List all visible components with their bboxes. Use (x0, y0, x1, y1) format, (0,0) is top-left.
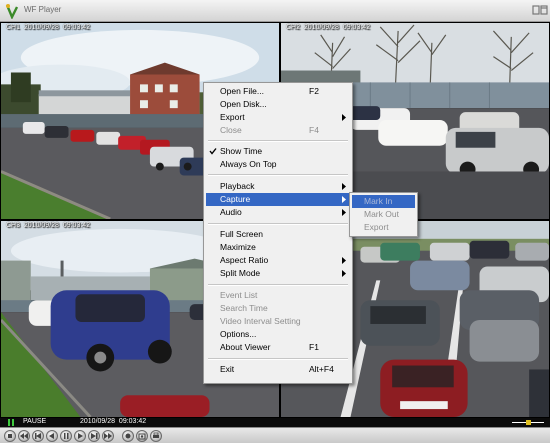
snapshot-icon[interactable] (136, 430, 148, 442)
menu-item-label: Capture (220, 194, 251, 204)
menu-item-video-interval-setting: Video Interval Setting (206, 315, 350, 328)
step-back-icon[interactable] (32, 430, 44, 442)
menu-item-aspect-ratio[interactable]: Aspect Ratio (206, 254, 350, 267)
submenu-arrow-icon (342, 209, 346, 216)
menu-item-maximize[interactable]: Maximize (206, 241, 350, 254)
menu-item-options[interactable]: Options... (206, 328, 350, 341)
menu-separator (208, 223, 348, 225)
fast-forward-icon[interactable] (102, 430, 114, 442)
menu-item-open-file[interactable]: Open File... F2 (206, 85, 350, 98)
menu-item-label: Aspect Ratio (220, 255, 269, 265)
menu-item-event-list: Event List (206, 289, 350, 302)
context-menu: Open File... F2 Open Disk... Export Close… (203, 82, 353, 384)
menu-item-about-viewer[interactable]: About Viewer F1 (206, 341, 350, 354)
menu-item-shortcut: F2 (309, 86, 319, 96)
playback-timestamp: 2010/09/28 09:03:42 (80, 418, 147, 425)
menu-item-label: Close (220, 125, 242, 135)
menu-item-open-disk[interactable]: Open Disk... (206, 98, 350, 111)
menu-separator (208, 140, 348, 142)
menu-item-label: Full Screen (220, 229, 263, 239)
pause-icon[interactable] (60, 430, 72, 442)
menu-item-audio[interactable]: Audio (206, 206, 350, 219)
playback-state: PAUSE (23, 418, 47, 425)
stop-icon[interactable] (4, 430, 16, 442)
submenu-item-label: Mark In (364, 196, 393, 206)
menu-item-shortcut: F4 (309, 125, 319, 135)
checkmark-icon (209, 148, 217, 155)
menu-item-always-on-top[interactable]: Always On Top (206, 158, 350, 171)
submenu-item-label: Export (364, 222, 389, 232)
print-icon[interactable] (150, 430, 162, 442)
submenu-item-mark-in[interactable]: Mark In (352, 195, 415, 208)
menu-item-shortcut: Alt+F4 (309, 364, 334, 374)
menu-item-label: Export (220, 112, 245, 122)
menu-item-label: Always On Top (220, 159, 277, 169)
play-back-icon[interactable] (46, 430, 58, 442)
menu-item-label: Open Disk... (220, 99, 267, 109)
submenu-arrow-icon (342, 183, 346, 190)
submenu-item-label: Mark Out (364, 209, 399, 219)
record-icon[interactable] (122, 430, 134, 442)
window-buttons-icon[interactable] (532, 4, 548, 16)
status-bar: PAUSE 2010/09/28 09:03:42 (0, 418, 550, 427)
menu-item-label: About Viewer (220, 342, 271, 352)
player-window: WF Player CH1 2010/09/28 09:03:42 CH2 20… (0, 0, 550, 443)
menu-separator (208, 284, 348, 286)
menu-item-close: Close F4 (206, 124, 350, 137)
menu-item-label: Open File... (220, 86, 264, 96)
menu-item-show-time[interactable]: Show Time (206, 145, 350, 158)
dvr-player-icon (5, 4, 19, 19)
menu-item-label: Maximize (220, 242, 256, 252)
camera-label-ch1: CH1 2010/09/28 09:03:42 (6, 24, 91, 31)
camera-label-ch2: CH2 2010/09/28 09:03:42 (286, 24, 371, 31)
menu-item-label: Show Time (220, 146, 263, 156)
menu-item-export[interactable]: Export (206, 111, 350, 124)
menu-item-exit[interactable]: Exit Alt+F4 (206, 363, 350, 376)
window-title: WF Player (24, 5, 62, 14)
step-forward-icon[interactable] (88, 430, 100, 442)
capture-submenu: Mark In Mark Out Export (349, 192, 418, 237)
volume-slider-icon[interactable] (512, 420, 544, 425)
submenu-item-mark-out[interactable]: Mark Out (352, 208, 415, 221)
menu-item-label: Search Time (220, 303, 268, 313)
menu-item-playback[interactable]: Playback (206, 180, 350, 193)
menu-item-capture[interactable]: Capture (206, 193, 350, 206)
submenu-arrow-icon (342, 114, 346, 121)
camera-label-ch3: CH3 2010/09/28 09:03:42 (6, 222, 91, 229)
submenu-arrow-icon (342, 196, 346, 203)
pause-indicator-icon (8, 419, 14, 426)
menu-item-shortcut: F1 (309, 342, 319, 352)
rewind-icon[interactable] (18, 430, 30, 442)
menu-item-label: Options... (220, 329, 257, 339)
menu-item-label: Playback (220, 181, 255, 191)
control-bar (0, 427, 550, 443)
submenu-arrow-icon (342, 270, 346, 277)
menu-item-label: Event List (220, 290, 258, 300)
submenu-arrow-icon (342, 257, 346, 264)
menu-item-split-mode[interactable]: Split Mode (206, 267, 350, 280)
play-icon[interactable] (74, 430, 86, 442)
menu-item-label: Exit (220, 364, 235, 374)
menu-item-label: Audio (220, 207, 242, 217)
menu-item-search-time: Search Time (206, 302, 350, 315)
menu-item-label: Split Mode (220, 268, 261, 278)
menu-separator (208, 174, 348, 176)
title-bar[interactable]: WF Player (0, 0, 550, 22)
menu-item-full-screen[interactable]: Full Screen (206, 228, 350, 241)
menu-item-label: Video Interval Setting (220, 316, 301, 326)
menu-separator (208, 358, 348, 360)
submenu-item-export[interactable]: Export (352, 221, 415, 234)
